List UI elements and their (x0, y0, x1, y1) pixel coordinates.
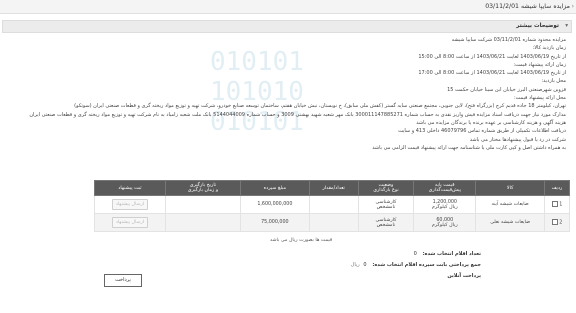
description-line: مدارک مورد نیاز جهت دریافت اسناد مزایده … (29, 111, 566, 118)
submit-bid-button[interactable]: ارسال پیشنهاد (111, 217, 148, 228)
deposit-total-label: جمع پرداختی بابت سپرده اقلام انتخاب شده: (372, 262, 481, 268)
col-header-item: کالا (475, 180, 545, 196)
table-header-row: ردیف کالا قیمت پایه پیش‌قیمت‌گذاری وضعیت ن… (94, 180, 571, 196)
page-header: › مزایده سایپا شیشه 03/11/2/01 (0, 0, 576, 14)
deposit-amount: 75,000,000 (240, 213, 310, 232)
description-line: از تاریخ 1403/06/19 لغایت 1403/06/21 از … (418, 53, 566, 60)
description-line: هزینه آگهی و هزینه کارشناسی بر عهده برند… (416, 119, 566, 126)
deposit-total-value: 0 (363, 262, 367, 268)
base-price: 60,000 ریال کیلوگرم (413, 213, 477, 232)
description-line: زمان بازدید کالا: (532, 45, 566, 52)
more-info-section-header[interactable]: ▾ توضیحات بیشتر (2, 20, 572, 33)
loading-date (164, 213, 242, 232)
online-payment-label: پرداخت آنلاین (447, 273, 481, 279)
description-line: دریافت اطلاعات تکمیلی از طریق شماره تماس… (398, 128, 566, 135)
description-line: شرکت در رد یا قبول پیشنهادها مختار می با… (469, 136, 566, 143)
description-line: تهران، کیلومتر 18 جاده قدیم کرج (بزرگراه… (74, 103, 566, 110)
deposit-total-row: جمع پرداختی بابت سپرده اقلام انتخاب شده:… (81, 260, 481, 271)
description-line: به همراه داشتن اصل و کپی کارت ملی یا شنا… (372, 144, 566, 151)
col-header-loading-date: تاریخ بارگیری و زمان بارگیری (164, 180, 242, 196)
col-header-row-number: ردیف (543, 180, 571, 196)
currency-note: قیمت ها بصورت ریال می باشد (270, 238, 333, 243)
table-row: 1 ضایعات شیشه آینه 1,200,000 ریال کیلوگرم… (94, 195, 571, 214)
description-text: مزایده محدود شماره 03/11/2/01 شرکت سایپا… (10, 36, 566, 152)
table-row: 2 ضایعات شیشه نعلی 60,000 ریال کیلوگرم کا… (94, 213, 571, 232)
submit-bid-cell: ارسال پیشنهاد (94, 213, 166, 232)
page-title: مزایده سایپا شیشه 03/11/2/01 (485, 3, 570, 10)
item-name: ضایعات شیشه آینه (475, 195, 545, 214)
description-line: از تاریخ 1403/06/19 لغایت 1403/06/21 از … (418, 70, 566, 77)
selected-count-label: تعداد اقلام انتخاب شده: (422, 251, 481, 257)
col-header-submit-bid: ثبت پیشنهاد (94, 180, 166, 196)
chevron-down-icon[interactable]: ▾ (565, 23, 568, 29)
description-line: زمان ارائه پیشنهاد قیمت: (513, 61, 566, 68)
row-number: 1 (543, 195, 571, 214)
selected-count-row: تعداد اقلام انتخاب شده: 0 (81, 249, 481, 260)
description-line: مزایده محدود شماره 03/11/2/01 شرکت سایپا… (451, 37, 566, 43)
status: کارشناسی نامشخص (357, 213, 415, 232)
quantity (308, 195, 359, 214)
deposit-total-unit: ریال (350, 262, 360, 268)
row-number: 2 (543, 213, 571, 232)
col-header-base-price: قیمت پایه پیش‌قیمت‌گذاری (413, 180, 477, 196)
row-checkbox[interactable] (551, 219, 558, 226)
selected-count-value: 0 (413, 251, 417, 257)
deposit-amount: 1,600,000,000 (240, 195, 310, 214)
col-header-quantity: تعداد/مقدار (308, 180, 359, 196)
description-line: محل بازدید: (541, 78, 566, 85)
col-header-status: وضعیت نوع بارگذاری (357, 180, 415, 196)
quantity (308, 213, 359, 232)
description-line: محل ارائه پیشنهاد قیمت: (513, 95, 566, 102)
description-line: قزوین شهرصنعتی البرز خیابان ابن سینا خیا… (447, 86, 566, 93)
row-checkbox[interactable] (551, 201, 558, 208)
col-header-deposit: مبلغ سپرده (240, 180, 310, 196)
pay-button[interactable]: پرداخت (104, 274, 142, 287)
submit-bid-button[interactable]: ارسال پیشنهاد (111, 199, 148, 210)
submit-bid-cell: ارسال پیشنهاد (94, 195, 166, 214)
item-name: ضایعات شیشه نعلی (475, 213, 545, 232)
loading-date (164, 195, 242, 214)
items-table: ردیف کالا قیمت پایه پیش‌قیمت‌گذاری وضعیت ن… (94, 180, 571, 232)
base-price: 1,200,000 ریال کیلوگرم (413, 195, 477, 214)
section-title: توضیحات بیشتر (516, 23, 559, 29)
chevron-icon[interactable]: › (572, 3, 574, 10)
status: کارشناسی نامشخص (357, 195, 415, 214)
